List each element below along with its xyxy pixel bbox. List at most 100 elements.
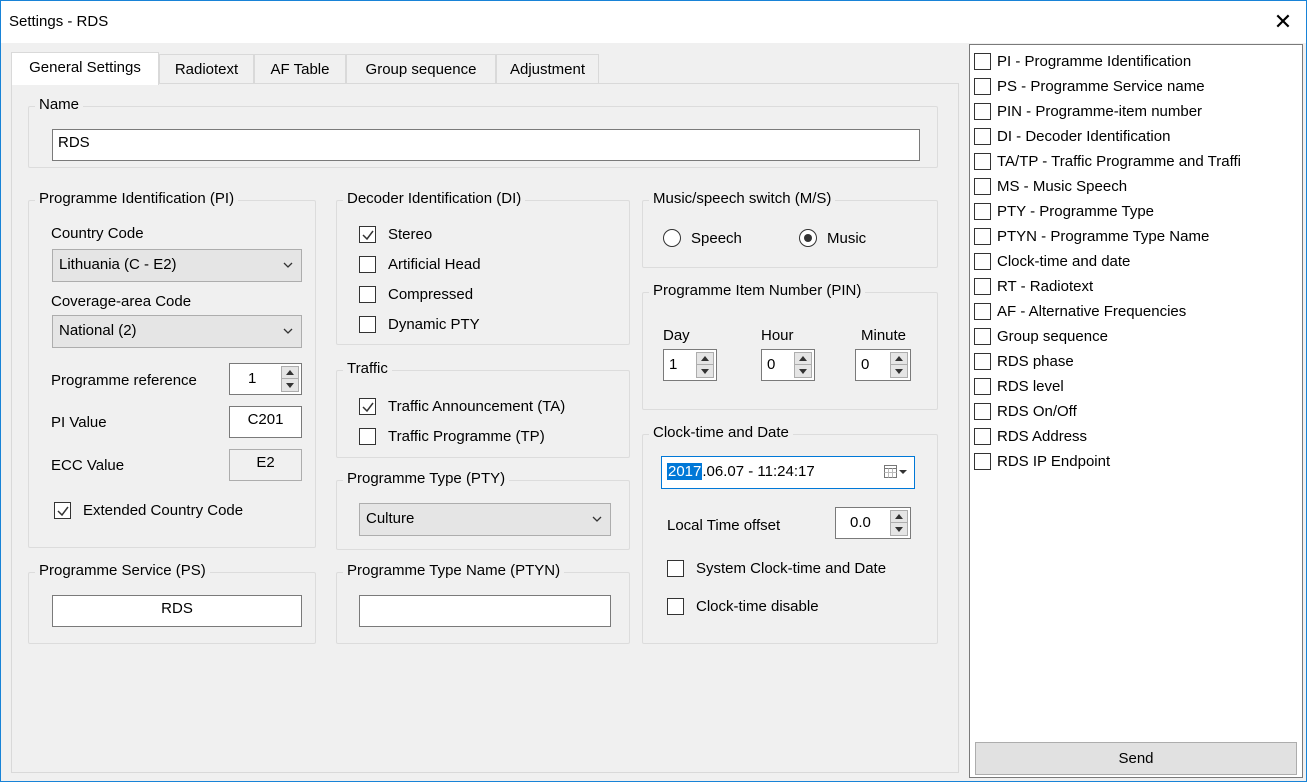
list-item-pty[interactable]: PTY - Programme Type bbox=[974, 199, 1154, 223]
tab-radiotext[interactable]: Radiotext bbox=[159, 54, 254, 84]
pi-group-title: Programme Identification (PI) bbox=[35, 190, 239, 207]
coverage-area-label: Coverage-area Code bbox=[51, 293, 192, 310]
spin-up-icon[interactable] bbox=[697, 353, 713, 365]
hour-label: Hour bbox=[761, 327, 794, 344]
list-item-clock[interactable]: Clock-time and date bbox=[974, 249, 1130, 273]
country-code-label: Country Code bbox=[51, 225, 144, 242]
compressed-checkbox[interactable]: Compressed bbox=[359, 283, 473, 305]
pty-select[interactable]: Culture bbox=[359, 503, 611, 536]
clock-datetime-picker[interactable]: 2017.06.07 - 11:24:17 bbox=[661, 456, 915, 489]
clock-group-title: Clock-time and Date bbox=[649, 424, 793, 441]
list-item-rds-ip-endpoint[interactable]: RDS IP Endpoint bbox=[974, 449, 1110, 473]
list-item-pi[interactable]: PI - Programme Identification bbox=[974, 49, 1191, 73]
traffic-group-title: Traffic bbox=[343, 360, 392, 377]
list-item-rds-address[interactable]: RDS Address bbox=[974, 424, 1087, 448]
close-icon: ✕ bbox=[1273, 9, 1293, 34]
local-time-offset-label: Local Time offset bbox=[667, 517, 781, 534]
ecc-value-label: ECC Value bbox=[51, 457, 125, 474]
name-group-title: Name bbox=[35, 96, 84, 113]
day-label: Day bbox=[663, 327, 690, 344]
ptyn-group-title: Programme Type Name (PTYN) bbox=[343, 562, 565, 579]
list-item-ptyn[interactable]: PTYN - Programme Type Name bbox=[974, 224, 1209, 248]
pin-group: Programme Item Number (PIN) Day Hour Min… bbox=[642, 282, 938, 410]
list-item-rds-phase[interactable]: RDS phase bbox=[974, 349, 1074, 373]
music-speech-group-title: Music/speech switch (M/S) bbox=[649, 190, 836, 207]
spin-down-icon[interactable] bbox=[891, 523, 907, 535]
hour-stepper[interactable]: 0 bbox=[761, 349, 815, 381]
ptyn-input[interactable] bbox=[359, 595, 611, 627]
chevron-down-icon bbox=[283, 262, 293, 268]
programme-reference-stepper[interactable]: 1 bbox=[229, 363, 302, 395]
tab-general-settings[interactable]: General Settings bbox=[11, 52, 159, 85]
spin-down-icon[interactable] bbox=[795, 365, 811, 377]
traffic-announcement-checkbox[interactable]: Traffic Announcement (TA) bbox=[359, 395, 565, 417]
spin-down-icon[interactable] bbox=[891, 365, 907, 377]
ptyn-group: Programme Type Name (PTYN) bbox=[336, 562, 630, 644]
artificial-head-checkbox[interactable]: Artificial Head bbox=[359, 253, 481, 275]
spin-up-icon[interactable] bbox=[282, 367, 298, 379]
send-button[interactable]: Send bbox=[975, 742, 1297, 775]
pin-group-title: Programme Item Number (PIN) bbox=[649, 282, 866, 299]
spin-up-icon[interactable] bbox=[891, 353, 907, 365]
local-time-offset-stepper[interactable]: 0.0 bbox=[835, 507, 911, 539]
checkbox-checked bbox=[54, 501, 71, 519]
spin-up-icon[interactable] bbox=[891, 511, 907, 523]
clock-time-disable-checkbox[interactable]: Clock-time disable bbox=[667, 595, 819, 617]
music-radio[interactable]: Music bbox=[799, 227, 866, 249]
title-bar: Settings - RDS ✕ bbox=[1, 1, 1306, 43]
speech-radio[interactable]: Speech bbox=[663, 227, 742, 249]
general-settings-page: Name RDS Programme Identification (PI) C… bbox=[11, 83, 959, 773]
calendar-dropdown-icon[interactable] bbox=[884, 464, 908, 480]
spin-down-icon[interactable] bbox=[282, 379, 298, 391]
stereo-checkbox[interactable]: Stereo bbox=[359, 223, 432, 245]
tab-group-sequence[interactable]: Group sequence bbox=[346, 54, 496, 84]
pi-value-field: C201 bbox=[229, 406, 302, 438]
pi-group: Programme Identification (PI) Country Co… bbox=[28, 190, 316, 548]
checkbox-checked bbox=[359, 397, 376, 415]
ps-group: Programme Service (PS) RDS bbox=[28, 562, 316, 644]
tab-af-table[interactable]: AF Table bbox=[254, 54, 346, 84]
pty-value: Culture bbox=[366, 510, 415, 527]
close-button[interactable]: ✕ bbox=[1260, 1, 1306, 43]
programme-reference-label: Programme reference bbox=[51, 372, 197, 389]
date-rest: .06.07 - 11:24:17 bbox=[702, 463, 815, 480]
list-item-af[interactable]: AF - Alternative Frequencies bbox=[974, 299, 1186, 323]
coverage-area-select[interactable]: National (2) bbox=[52, 315, 302, 348]
day-stepper[interactable]: 1 bbox=[663, 349, 717, 381]
list-item-rds-on-off[interactable]: RDS On/Off bbox=[974, 399, 1077, 423]
extended-country-code-checkbox[interactable]: Extended Country Code bbox=[54, 499, 243, 521]
traffic-group: Traffic Traffic Announcement (TA) Traffi… bbox=[336, 360, 630, 458]
country-code-value: Lithuania (C - E2) bbox=[59, 256, 177, 273]
di-group: Decoder Identification (DI) Stereo Artif… bbox=[336, 190, 630, 345]
spin-down-icon[interactable] bbox=[697, 365, 713, 377]
country-code-select[interactable]: Lithuania (C - E2) bbox=[52, 249, 302, 282]
dynamic-pty-checkbox[interactable]: Dynamic PTY bbox=[359, 313, 480, 335]
pty-group: Programme Type (PTY) Culture bbox=[336, 470, 630, 550]
settings-window: Settings - RDS ✕ General Settings Radiot… bbox=[0, 0, 1307, 782]
ecc-value-field: E2 bbox=[229, 449, 302, 481]
tab-adjustment[interactable]: Adjustment bbox=[496, 54, 599, 84]
list-item-rt[interactable]: RT - Radiotext bbox=[974, 274, 1093, 298]
list-item-rds-level[interactable]: RDS level bbox=[974, 374, 1064, 398]
name-input[interactable]: RDS bbox=[52, 129, 920, 161]
radio-selected bbox=[799, 229, 817, 247]
pty-group-title: Programme Type (PTY) bbox=[343, 470, 510, 487]
ps-group-title: Programme Service (PS) bbox=[35, 562, 210, 579]
chevron-down-icon bbox=[592, 516, 602, 522]
chevron-down-icon bbox=[283, 328, 293, 334]
minute-stepper[interactable]: 0 bbox=[855, 349, 911, 381]
name-group: Name RDS bbox=[28, 96, 938, 168]
list-item-ms[interactable]: MS - Music Speech bbox=[974, 174, 1127, 198]
ps-input[interactable]: RDS bbox=[52, 595, 302, 627]
list-item-ta-tp[interactable]: TA/TP - Traffic Programme and Traffi bbox=[974, 149, 1241, 173]
minute-label: Minute bbox=[861, 327, 907, 344]
window-title: Settings - RDS bbox=[9, 13, 109, 30]
traffic-programme-checkbox[interactable]: Traffic Programme (TP) bbox=[359, 425, 545, 447]
list-item-pin[interactable]: PIN - Programme-item number bbox=[974, 99, 1202, 123]
list-item-ps[interactable]: PS - Programme Service name bbox=[974, 74, 1205, 98]
list-item-group-sequence[interactable]: Group sequence bbox=[974, 324, 1108, 348]
system-clock-checkbox[interactable]: System Clock-time and Date bbox=[667, 557, 886, 579]
di-group-title: Decoder Identification (DI) bbox=[343, 190, 526, 207]
spin-up-icon[interactable] bbox=[795, 353, 811, 365]
list-item-di[interactable]: DI - Decoder Identification bbox=[974, 124, 1170, 148]
